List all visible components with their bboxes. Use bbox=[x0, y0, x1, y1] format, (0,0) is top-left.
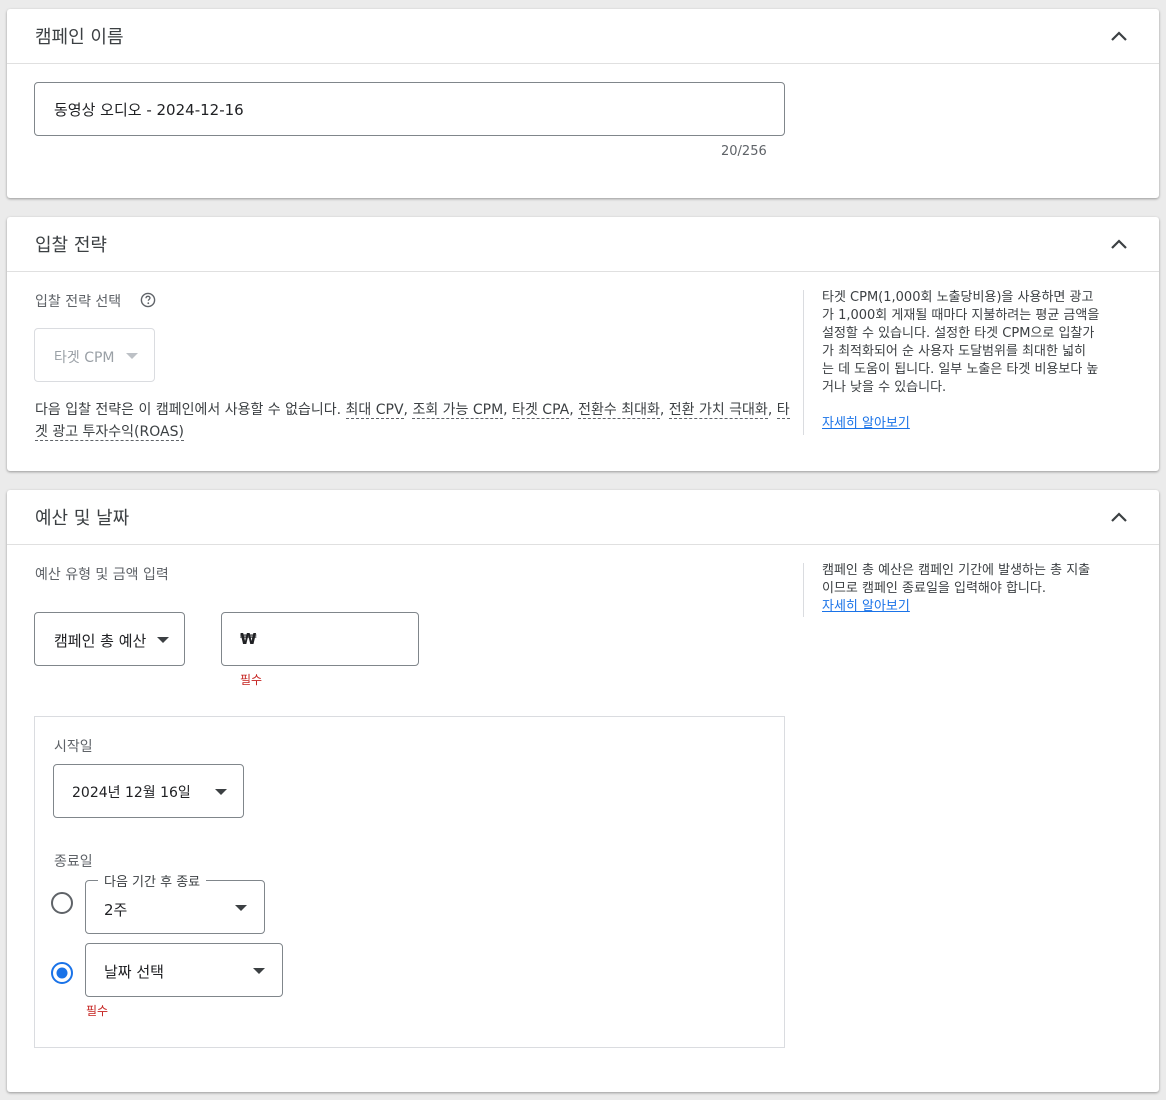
dropdown-caret-icon bbox=[157, 637, 169, 643]
campaign-name-header[interactable]: 캠페인 이름 bbox=[7, 9, 1159, 64]
strategy-max-conversions[interactable]: 전환수 최대화 bbox=[578, 402, 660, 419]
budget-title: 예산 및 날짜 bbox=[35, 508, 130, 529]
chevron-up-icon[interactable] bbox=[1109, 507, 1129, 527]
bidding-selected-value: 타겟 CPM bbox=[54, 350, 115, 366]
help-icon[interactable] bbox=[140, 292, 156, 308]
start-date-label: 시작일 bbox=[54, 739, 93, 755]
budget-card: 예산 및 날짜 예산 유형 및 금액 입력 캠페인 총 예산 ₩ 필수 캠페인 … bbox=[7, 490, 1159, 1092]
character-counter: 20/256 bbox=[721, 144, 767, 159]
strategy-max-cpv[interactable]: 최대 CPV bbox=[345, 402, 404, 419]
end-date-required-text: 필수 bbox=[86, 1004, 109, 1018]
campaign-name-value: 동영상 오디오 - 2024-12-16 bbox=[54, 101, 244, 119]
campaign-name-input[interactable]: 동영상 오디오 - 2024-12-16 bbox=[34, 82, 785, 136]
dropdown-caret-icon bbox=[126, 353, 138, 359]
unavailable-strategies-text: 다음 입찰 전략은 이 캠페인에서 사용할 수 없습니다. 최대 CPV, 조회… bbox=[35, 402, 790, 441]
budget-type-value: 캠페인 총 예산 bbox=[54, 632, 147, 650]
strategy-max-conversion-value[interactable]: 전환 가치 극대화 bbox=[668, 402, 768, 419]
unavailable-prefix: 다음 입찰 전략은 이 캠페인에서 사용할 수 없습니다. bbox=[35, 402, 346, 418]
end-after-value: 2주 bbox=[104, 901, 128, 919]
start-date-select[interactable]: 2024년 12월 16일 bbox=[53, 764, 244, 818]
help-line: 는 데 도움이 됩니다. 일부 노출은 타겟 비용보다 높 bbox=[822, 362, 1099, 377]
campaign-name-card: 캠페인 이름 동영상 오디오 - 2024-12-16 20/256 bbox=[7, 9, 1159, 198]
end-after-floating-label: 다음 기간 후 종료 bbox=[98, 871, 207, 890]
chevron-up-icon[interactable] bbox=[1109, 26, 1129, 46]
budget-amount-input[interactable]: ₩ bbox=[221, 612, 419, 666]
bidding-title: 입찰 전략 bbox=[35, 235, 107, 256]
end-date-value: 날짜 선택 bbox=[104, 963, 164, 981]
bidding-learn-more-link[interactable]: 자세히 알아보기 bbox=[822, 415, 910, 433]
divider bbox=[803, 563, 804, 617]
budget-header[interactable]: 예산 및 날짜 bbox=[7, 490, 1159, 545]
bidding-help-text: 타겟 CPM(1,000회 노출당비용)을 사용하면 광고 가 1,000회 게… bbox=[822, 289, 1142, 397]
bidding-strategy-select: 타겟 CPM bbox=[34, 328, 155, 382]
help-line: 이므로 캠페인 종료일을 입력해야 합니다. bbox=[822, 581, 1046, 596]
strategy-viewable-cpm[interactable]: 조회 가능 CPM bbox=[412, 402, 504, 419]
currency-symbol: ₩ bbox=[240, 630, 257, 648]
dropdown-caret-icon bbox=[215, 789, 227, 795]
help-line: 타겟 CPM(1,000회 노출당비용)을 사용하면 광고 bbox=[822, 290, 1094, 305]
bidding-select-label: 입찰 전략 선택 bbox=[35, 294, 122, 310]
budget-learn-more-link[interactable]: 자세히 알아보기 bbox=[822, 598, 910, 616]
help-line: 설정할 수 있습니다. 설정한 타겟 CPM으로 입찰가 bbox=[822, 326, 1095, 341]
radio-unselected-icon[interactable] bbox=[50, 891, 74, 915]
end-date-select[interactable]: 날짜 선택 bbox=[85, 943, 283, 997]
chevron-up-icon[interactable] bbox=[1109, 234, 1129, 254]
help-line: 가 1,000회 게재될 때마다 지불하려는 평균 금액을 bbox=[822, 308, 1100, 323]
dropdown-caret-icon bbox=[253, 968, 265, 974]
help-line: 가 최적화되어 순 사용자 도달범위를 최대한 넓히 bbox=[822, 344, 1086, 359]
budget-help-text: 캠페인 총 예산은 캠페인 기간에 발생하는 총 지출 이므로 캠페인 종료일을… bbox=[822, 562, 1142, 598]
help-line: 캠페인 총 예산은 캠페인 기간에 발생하는 총 지출 bbox=[822, 563, 1091, 578]
help-line: 거나 낮을 수 있습니다. bbox=[822, 380, 947, 395]
dates-box: 시작일 2024년 12월 16일 종료일 다음 기간 후 종료 2주 날짜 선… bbox=[34, 716, 785, 1048]
bidding-card: 입찰 전략 입찰 전략 선택 타겟 CPM 다음 입찰 전략은 이 캠페인에서 … bbox=[7, 217, 1159, 471]
budget-type-label: 예산 유형 및 금액 입력 bbox=[35, 567, 169, 583]
dropdown-caret-icon bbox=[235, 905, 247, 911]
start-date-value: 2024년 12월 16일 bbox=[72, 785, 191, 801]
campaign-name-title: 캠페인 이름 bbox=[35, 27, 124, 48]
bidding-header[interactable]: 입찰 전략 bbox=[7, 217, 1159, 272]
strategy-target-cpa[interactable]: 타겟 CPA bbox=[512, 402, 570, 419]
end-after-period-select[interactable]: 다음 기간 후 종료 2주 bbox=[85, 871, 265, 934]
end-date-label: 종료일 bbox=[54, 854, 93, 870]
budget-required-text: 필수 bbox=[240, 673, 263, 687]
radio-selected-icon[interactable] bbox=[50, 961, 74, 985]
divider bbox=[803, 290, 804, 435]
budget-type-select[interactable]: 캠페인 총 예산 bbox=[34, 612, 185, 666]
